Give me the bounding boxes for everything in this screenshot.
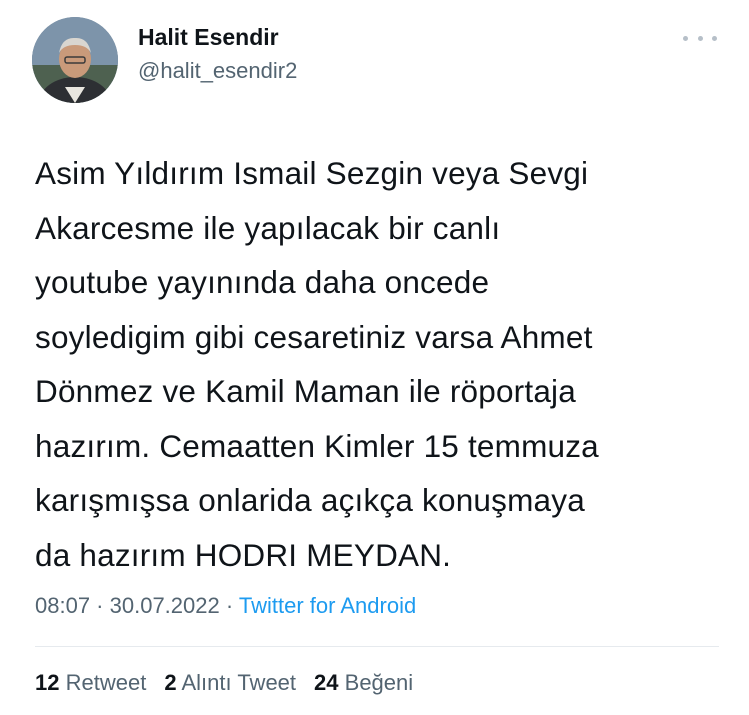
dot <box>683 35 688 41</box>
display-name[interactable]: Halit Esendir <box>138 24 279 51</box>
retweets-label: Retweet <box>65 670 147 695</box>
tweet-text: Asim Yıldırım Ismail Sezgin veya Sevgi A… <box>35 155 599 573</box>
likes-label: Beğeni <box>344 670 414 695</box>
dot <box>697 35 703 41</box>
dot <box>712 35 717 41</box>
engagement-stats: 12 Retweet 2 Alıntı Tweet 24 Beğeni <box>35 670 413 696</box>
quotes-count: 2 <box>164 670 177 695</box>
tweet-meta: 08:07 · 30.07.2022 · Twitter for Android <box>35 593 416 619</box>
avatar[interactable] <box>32 17 118 103</box>
quotes-stat[interactable]: 2 Alıntı Tweet <box>164 670 296 696</box>
quotes-label: Alıntı Tweet <box>181 670 297 695</box>
likes-stat[interactable]: 24 Beğeni <box>314 670 413 696</box>
likes-count: 24 <box>314 670 339 695</box>
tweet-source-link[interactable]: Twitter for Android <box>239 593 416 618</box>
meta-separator: · <box>90 593 110 618</box>
user-handle[interactable]: @halit_esendir2 <box>138 58 297 84</box>
more-horizontal-icon[interactable] <box>683 28 717 48</box>
tweet-date[interactable]: 30.07.2022 <box>110 593 220 618</box>
profile-photo <box>32 17 118 103</box>
meta-separator: · <box>219 593 239 618</box>
tweet-time[interactable]: 08:07 <box>35 593 90 618</box>
retweets-stat[interactable]: 12 Retweet <box>35 670 146 696</box>
retweets-count: 12 <box>35 670 60 695</box>
divider <box>35 646 719 647</box>
